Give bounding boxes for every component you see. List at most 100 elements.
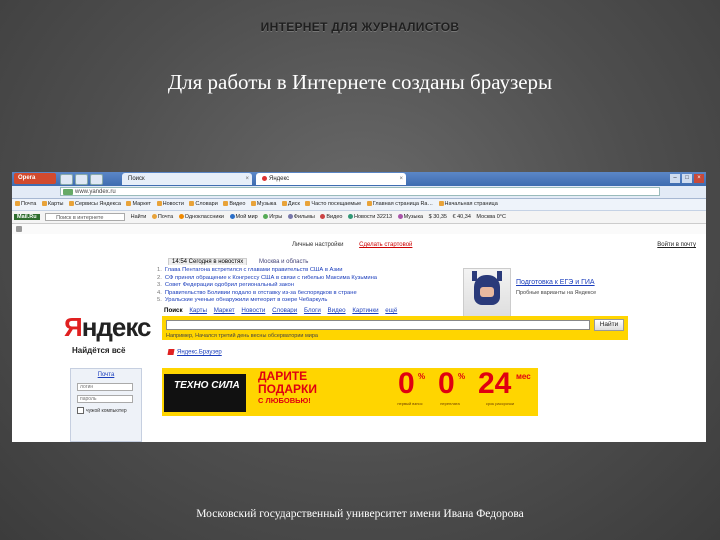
browser-link[interactable]: Яндекс.Браузер — [177, 350, 222, 356]
service-link[interactable]: Карты — [189, 307, 207, 314]
mailru-logo[interactable]: Mail.Ru — [14, 214, 40, 220]
make-start-link[interactable]: Сделать стартовой — [359, 242, 412, 248]
toolbar-item[interactable]: Найти — [131, 214, 147, 220]
toolbar-item[interactable]: Новости 32213 — [347, 214, 392, 220]
bookmark-item[interactable]: Маркет — [126, 201, 151, 207]
minimize-icon[interactable]: – — [670, 174, 680, 183]
toolbar-item-label: Музыка — [403, 214, 424, 220]
bookmark-label: Начальная страница — [444, 201, 498, 207]
service-links: Поиск Карты Маркет Новости Словари Блоги… — [164, 307, 402, 314]
news-tabs: 14:54 Сегодня в новостях Москва и област… — [168, 258, 318, 265]
news-link[interactable]: Уральские ученые обнаружили метеорит в о… — [165, 297, 328, 303]
bookmark-item[interactable]: Сервисы Яндекса — [69, 201, 121, 207]
service-link[interactable]: Картинки — [352, 307, 378, 314]
opera-menu-button[interactable]: Opera — [14, 173, 56, 184]
mask-face — [480, 287, 494, 297]
bookmark-item[interactable]: Часто посещаемые — [305, 201, 361, 207]
login-title[interactable]: Почта — [71, 372, 141, 378]
site-badge-icon — [63, 189, 73, 195]
search-hint[interactable]: Например, Начался третий день весны обсе… — [166, 333, 318, 339]
news-link[interactable]: Совет Федерации одобрил региональный зак… — [165, 282, 294, 288]
forward-icon[interactable] — [75, 174, 88, 185]
bookmark-item[interactable]: Видео — [223, 201, 245, 207]
toolbar-search-input[interactable]: Поиск в интернете — [45, 212, 126, 221]
back-icon[interactable] — [60, 174, 73, 185]
bookmark-item[interactable]: Новости — [156, 201, 184, 207]
toolbar-item[interactable]: $ 30,35 — [429, 214, 447, 220]
toolbar-item[interactable]: Одноклассники — [178, 214, 224, 220]
promo-subtitle: Пробные варианты на Яндексе — [516, 290, 597, 296]
promo-image[interactable] — [463, 268, 511, 320]
browser-screenshot: Opera Поиск × Яндекс × – □ × www.yandex.ru — [12, 172, 706, 442]
odnoklassniki-icon — [178, 214, 184, 220]
bookmark-item[interactable]: Словари — [189, 201, 218, 207]
maximize-icon[interactable]: □ — [682, 174, 692, 183]
toolbar-item[interactable]: Фильмы — [287, 214, 315, 220]
service-link[interactable]: Блоги — [304, 307, 321, 314]
news-item[interactable]: 4. Правительство Боливии подало в отставк… — [157, 290, 412, 298]
offer-value: 0 — [438, 368, 455, 400]
nav-buttons — [60, 174, 103, 185]
tab-news-today[interactable]: 14:54 Сегодня в новостях — [168, 258, 248, 265]
toolbar-item[interactable]: Видео — [320, 214, 342, 220]
tab-search[interactable]: Поиск × — [122, 173, 252, 185]
secondary-toolbar — [12, 224, 706, 234]
toolbar-item[interactable]: € 40,34 — [453, 214, 471, 220]
search-input[interactable] — [166, 320, 590, 330]
bookmark-item[interactable]: Почта — [15, 201, 36, 207]
bookmark-item[interactable]: Диск — [281, 201, 300, 207]
address-input[interactable]: www.yandex.ru — [60, 187, 660, 196]
news-link[interactable]: СФ принял обращение к Конгрессу США в св… — [165, 275, 377, 281]
mail-icon — [151, 214, 157, 220]
news-item[interactable]: 2. СФ принял обращение к Конгрессу США в … — [157, 275, 412, 283]
search-button[interactable]: Найти — [594, 319, 624, 331]
password-field[interactable] — [77, 395, 133, 403]
bookmark-item[interactable]: Музыка — [250, 201, 276, 207]
service-link[interactable]: Маркет — [214, 307, 235, 314]
ad-banner[interactable]: ТЕХНО СИЛА ДАРИТЕ ПОДАРКИ С ЛЮБОВЬЮ! 0 %… — [162, 368, 538, 416]
bookmark-item[interactable]: Начальная страница — [438, 201, 498, 207]
toolbar-item[interactable]: Игры — [263, 214, 282, 220]
service-link-search[interactable]: Поиск — [164, 307, 183, 314]
news-item[interactable]: 3. Совет Федерации одобрил региональный з… — [157, 282, 412, 290]
yandex-favicon-icon — [262, 175, 267, 181]
offer-value: 24 — [478, 368, 512, 400]
settings-icon[interactable] — [16, 226, 22, 232]
toolbar-item[interactable]: Москва 0°C — [476, 214, 506, 220]
news-item[interactable]: 1. Глава Пентагона встретился с главами п… — [157, 267, 412, 275]
service-link[interactable]: Новости — [241, 307, 265, 314]
bookmark-label: Карты — [47, 201, 64, 207]
close-window-icon[interactable]: × — [694, 174, 704, 183]
service-link[interactable]: Видео — [328, 307, 346, 314]
toolbar-item[interactable]: Мой мир — [229, 214, 258, 220]
tab-yandex[interactable]: Яндекс × — [256, 173, 406, 185]
service-link[interactable]: Словари — [272, 307, 297, 314]
remember-checkbox[interactable]: чужой компьютер — [77, 407, 127, 414]
slide-background: ИНТЕРНЕТ ДЛЯ ЖУРНАЛИСТОВ Для работы в Ин… — [0, 0, 720, 540]
offer-unit: % — [418, 372, 426, 381]
close-icon[interactable]: × — [399, 173, 403, 185]
promo-title[interactable]: Подготовка к ЕГЭ и ГИА — [516, 279, 595, 286]
tab-news-region[interactable]: Москва и область — [259, 259, 308, 265]
offer-unit: % — [458, 372, 466, 381]
bookmark-item[interactable]: Карты — [41, 201, 64, 207]
bookmark-item[interactable]: Главная страница Ra… — [366, 201, 433, 207]
login-field[interactable] — [77, 383, 133, 391]
address-bar-row: www.yandex.ru — [12, 186, 706, 199]
close-icon[interactable]: × — [245, 173, 249, 185]
personal-settings-link[interactable]: Личные настройки — [292, 242, 343, 248]
login-mail-link[interactable]: Войти в почту — [657, 242, 696, 248]
news-link[interactable]: Правительство Боливии подало в отставку … — [165, 290, 357, 296]
yandex-logo[interactable]: Яндекс — [64, 314, 151, 340]
bookmark-label: Часто посещаемые — [311, 201, 362, 207]
yandex-flag-icon — [167, 349, 175, 355]
toolbar-item[interactable]: Почта — [151, 214, 173, 220]
news-item[interactable]: 5. Уральские ученые обнаружили метеорит в… — [157, 297, 412, 305]
toolbar-item[interactable]: Музыка — [397, 214, 424, 220]
browser-tab-bar: Opera Поиск × Яндекс × – □ × — [12, 172, 706, 186]
music-icon — [397, 214, 403, 220]
news-link[interactable]: Глава Пентагона встретился с главами пра… — [165, 267, 343, 273]
reload-icon[interactable] — [90, 174, 103, 185]
service-link[interactable]: ещё — [385, 307, 397, 314]
search-box: Найти Например, Начался третий день весн… — [162, 316, 628, 340]
